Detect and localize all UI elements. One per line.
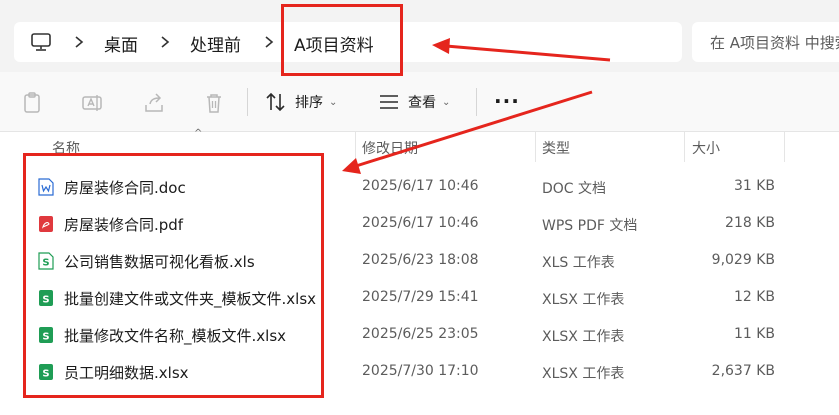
file-explorer-window: 桌面 处理前 A项目资料 在 A项目资料 中搜索 排序 ⌄ 查看 ⌄ ··· ^… xyxy=(0,0,839,415)
column-divider[interactable] xyxy=(684,132,685,162)
file-type: WPS PDF 文档 xyxy=(542,218,638,234)
sort-icon xyxy=(266,92,285,112)
column-divider[interactable] xyxy=(784,132,785,162)
sort-label: 排序 xyxy=(295,95,323,111)
view-list-icon xyxy=(380,95,398,109)
chevron-right-icon[interactable] xyxy=(72,32,86,52)
chevron-right-icon[interactable] xyxy=(158,32,172,52)
column-header-date[interactable]: 修改日期 xyxy=(362,138,418,158)
column-header-type[interactable]: 类型 xyxy=(542,138,570,158)
file-date: 2025/7/30 17:10 xyxy=(362,363,479,379)
file-type: XLSX 工作表 xyxy=(542,366,625,382)
column-header-size[interactable]: 大小 xyxy=(692,138,720,158)
file-type: XLS 工作表 xyxy=(542,255,615,271)
file-type: XLSX 工作表 xyxy=(542,292,625,308)
file-size: 11 KB xyxy=(733,326,775,342)
this-pc-icon[interactable] xyxy=(30,32,52,52)
view-label: 查看 xyxy=(408,95,436,111)
sort-ascending-icon: ^ xyxy=(194,128,203,139)
chevron-down-icon: ⌄ xyxy=(442,96,451,108)
file-date: 2025/6/25 23:05 xyxy=(362,326,479,342)
paste-icon[interactable] xyxy=(20,91,44,115)
search-input[interactable]: 在 A项目资料 中搜索 xyxy=(692,22,839,62)
file-type: XLSX 工作表 xyxy=(542,329,625,345)
rename-icon[interactable] xyxy=(80,91,104,115)
command-bar: 排序 ⌄ 查看 ⌄ ··· xyxy=(0,72,839,132)
delete-icon[interactable] xyxy=(202,91,226,115)
file-size: 2,637 KB xyxy=(711,363,775,379)
chevron-down-icon: ⌄ xyxy=(329,96,338,108)
column-divider[interactable] xyxy=(535,132,536,162)
address-band: 桌面 处理前 A项目资料 在 A项目资料 中搜索 xyxy=(0,0,839,72)
column-divider[interactable] xyxy=(355,132,356,162)
file-date: 2025/6/17 10:46 xyxy=(362,215,479,231)
file-type: DOC 文档 xyxy=(542,181,607,197)
sort-button[interactable]: 排序 ⌄ xyxy=(265,90,337,114)
breadcrumb-before-processing[interactable]: 处理前 xyxy=(190,31,241,56)
toolbar-divider xyxy=(247,88,248,116)
file-date: 2025/6/17 10:46 xyxy=(362,178,479,194)
chevron-right-icon[interactable] xyxy=(262,32,276,52)
breadcrumb-desktop[interactable]: 桌面 xyxy=(104,31,138,56)
file-date: 2025/7/29 15:41 xyxy=(362,289,479,305)
file-size: 9,029 KB xyxy=(711,252,775,268)
annotation-box-files xyxy=(23,153,324,398)
share-icon[interactable] xyxy=(142,91,166,115)
annotation-box-folder xyxy=(281,4,403,76)
file-date: 2025/6/23 18:08 xyxy=(362,252,479,268)
file-size: 31 KB xyxy=(733,178,775,194)
search-placeholder: 在 A项目资料 中搜索 xyxy=(710,33,839,52)
toolbar-divider xyxy=(476,88,477,116)
file-size: 218 KB xyxy=(725,215,775,231)
more-options-icon[interactable]: ··· xyxy=(494,91,520,111)
view-button[interactable]: 查看 ⌄ xyxy=(378,90,450,114)
file-size: 12 KB xyxy=(733,289,775,305)
